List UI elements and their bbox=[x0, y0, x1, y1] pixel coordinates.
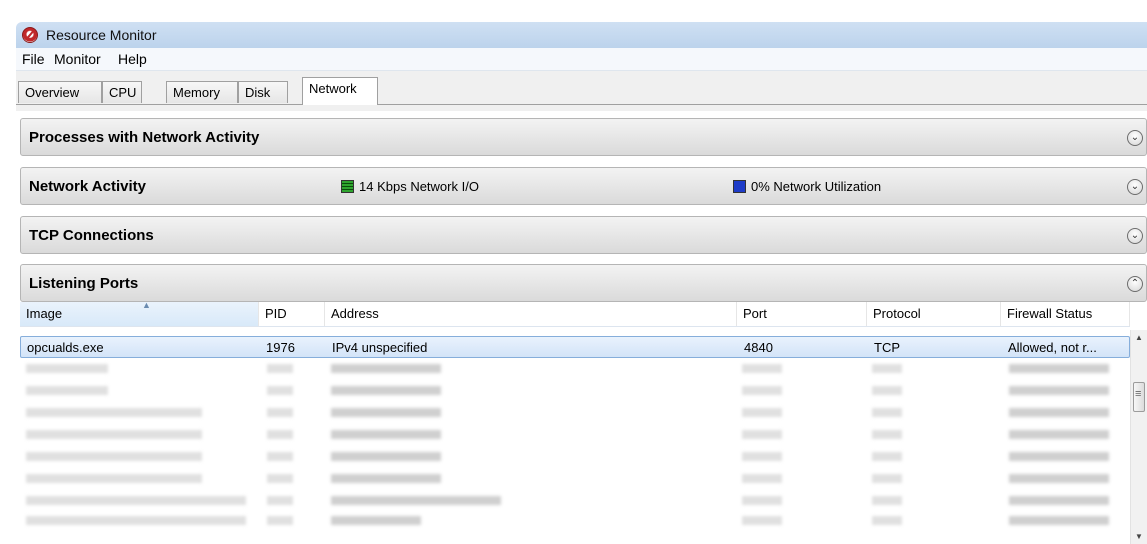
network-io-label: 14 Kbps Network I/O bbox=[359, 179, 479, 194]
column-header-image[interactable]: ▲ Image bbox=[20, 300, 259, 326]
window-title: Resource Monitor bbox=[46, 27, 157, 43]
column-header-address-label: Address bbox=[331, 306, 379, 321]
column-header-port[interactable]: Port bbox=[737, 302, 867, 326]
section-processes-header[interactable]: Processes with Network Activity ⌄ bbox=[20, 118, 1147, 156]
column-header-image-label: Image bbox=[26, 306, 63, 321]
table-row[interactable]: opcualds.exe 1976 IPv4 unspecified 4840 … bbox=[20, 336, 1130, 358]
scroll-up-arrow-icon[interactable]: ▲ bbox=[1131, 330, 1147, 346]
chevron-up-icon[interactable]: ⌃ bbox=[1127, 276, 1143, 292]
column-header-port-label: Port bbox=[743, 306, 767, 321]
network-io-legend: 14 Kbps Network I/O bbox=[341, 179, 479, 194]
column-header-pid-label: PID bbox=[265, 306, 287, 321]
table-header: ▲ Image PID Address Port Protocol Firewa… bbox=[20, 300, 1130, 327]
resource-monitor-window: Resource Monitor File Monitor Help Overv… bbox=[0, 0, 1147, 544]
section-tcp-header[interactable]: TCP Connections ⌄ bbox=[20, 216, 1147, 254]
title-bar[interactable]: Resource Monitor bbox=[16, 22, 1147, 48]
resource-monitor-icon bbox=[22, 27, 38, 43]
sort-ascending-icon: ▲ bbox=[142, 300, 151, 310]
tab-disk[interactable]: Disk bbox=[238, 81, 288, 103]
tab-cpu[interactable]: CPU bbox=[102, 81, 142, 103]
section-activity-header[interactable]: Network Activity 14 Kbps Network I/O 0% … bbox=[20, 167, 1147, 205]
column-header-firewall-status[interactable]: Firewall Status bbox=[1001, 302, 1130, 326]
cell-pid: 1976 bbox=[266, 340, 295, 355]
tab-memory-label: Memory bbox=[173, 85, 220, 100]
tab-disk-label: Disk bbox=[245, 85, 271, 100]
cell-port: 4840 bbox=[744, 340, 773, 355]
column-header-address[interactable]: Address bbox=[325, 302, 737, 326]
scroll-thumb[interactable] bbox=[1133, 382, 1145, 412]
chevron-down-icon[interactable]: ⌄ bbox=[1127, 228, 1143, 244]
cell-address: IPv4 unspecified bbox=[332, 340, 428, 355]
section-activity-title: Network Activity bbox=[29, 178, 146, 195]
section-listening-header[interactable]: Listening Ports ⌃ bbox=[20, 264, 1147, 302]
chevron-down-icon[interactable]: ⌄ bbox=[1127, 179, 1143, 195]
section-tcp-title: TCP Connections bbox=[29, 227, 154, 244]
network-utilization-label: 0% Network Utilization bbox=[751, 179, 882, 194]
tab-divider bbox=[16, 104, 1147, 105]
column-header-protocol[interactable]: Protocol bbox=[867, 302, 1001, 326]
cell-firewall-status: Allowed, not r... bbox=[1008, 340, 1097, 355]
tab-memory[interactable]: Memory bbox=[166, 81, 238, 103]
scroll-down-arrow-icon[interactable]: ▼ bbox=[1131, 530, 1147, 544]
menu-bar: File Monitor Help bbox=[16, 48, 1147, 71]
network-utilization-legend: 0% Network Utilization bbox=[733, 179, 881, 194]
tab-network[interactable]: Network bbox=[302, 77, 378, 105]
tab-cpu-label: CPU bbox=[109, 85, 137, 100]
column-header-pid[interactable]: PID bbox=[259, 302, 325, 326]
vertical-scrollbar[interactable]: ▲ ▼ bbox=[1130, 330, 1147, 544]
section-processes-title: Processes with Network Activity bbox=[29, 129, 260, 146]
menu-file[interactable]: File bbox=[22, 51, 45, 67]
network-io-swatch-icon bbox=[341, 180, 354, 193]
menu-monitor[interactable]: Monitor bbox=[54, 51, 101, 67]
column-header-protocol-label: Protocol bbox=[873, 306, 921, 321]
cell-protocol: TCP bbox=[874, 340, 900, 355]
chevron-down-icon[interactable]: ⌄ bbox=[1127, 130, 1143, 146]
tab-strip: Overview CPU Memory Disk Network bbox=[16, 71, 1147, 111]
section-listening-title: Listening Ports bbox=[29, 275, 139, 292]
network-utilization-swatch-icon bbox=[733, 180, 746, 193]
listening-ports-table: ▲ Image PID Address Port Protocol Firewa… bbox=[20, 300, 1147, 525]
cell-image: opcualds.exe bbox=[27, 340, 104, 355]
tab-overview-label: Overview bbox=[25, 85, 80, 100]
tab-overview[interactable]: Overview bbox=[18, 81, 102, 103]
menu-help[interactable]: Help bbox=[118, 51, 147, 67]
tab-network-label: Network bbox=[309, 81, 357, 96]
column-header-firewall-status-label: Firewall Status bbox=[1007, 306, 1093, 321]
